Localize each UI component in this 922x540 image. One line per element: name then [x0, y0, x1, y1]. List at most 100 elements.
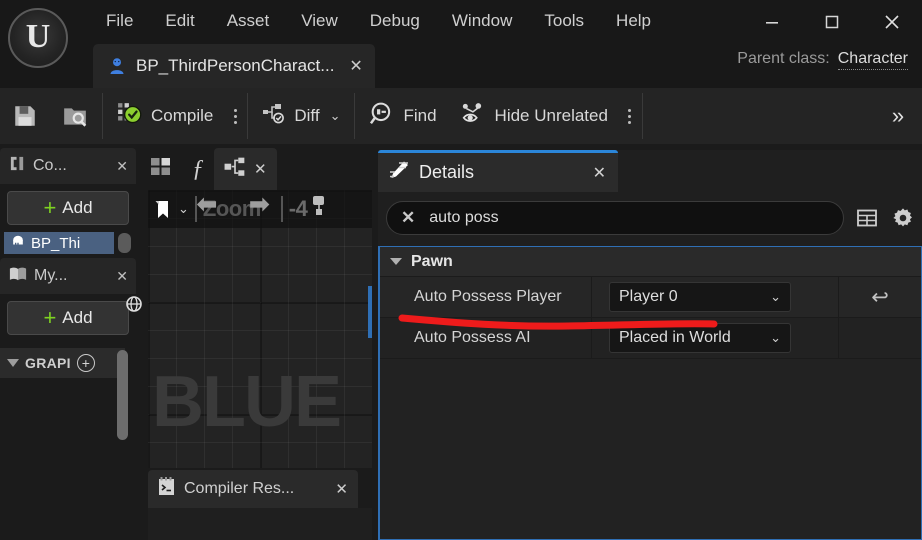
find-icon: [369, 101, 395, 132]
view-options-button[interactable]: [854, 203, 880, 233]
tab-event-graph[interactable]: ✕: [214, 148, 277, 190]
unreal-engine-logo-icon[interactable]: U: [8, 8, 68, 68]
parent-class-value[interactable]: Character: [837, 50, 908, 70]
left-panel-scrollbar[interactable]: [117, 350, 128, 440]
viewport-icon: [150, 157, 172, 182]
diff-label: Diff: [294, 106, 320, 125]
details-search-input[interactable]: ✕ auto poss: [386, 201, 844, 235]
property-row-auto-possess-player[interactable]: Auto Possess Player Player 0 ⌄ ↩: [380, 277, 921, 318]
tab-event-graph-close-icon[interactable]: ✕: [254, 160, 267, 178]
details-panel-tab[interactable]: Details ✕: [378, 150, 618, 192]
menu-bar: File Edit Asset View Debug Window Tools …: [90, 0, 667, 42]
section-header-pawn[interactable]: Pawn: [380, 247, 921, 277]
graph-vertical-scrollbar[interactable]: [368, 286, 372, 338]
my-blueprint-panel-title: My...: [34, 267, 68, 284]
details-settings-button[interactable]: [890, 203, 916, 233]
component-item-label: BP_Thi: [31, 234, 81, 252]
auto-possess-player-dropdown[interactable]: Player 0 ⌄: [609, 282, 791, 312]
auto-possess-ai-dropdown[interactable]: Placed in World ⌄: [609, 323, 791, 353]
panel-resize-grip[interactable]: [118, 233, 131, 253]
my-blueprint-add-button[interactable]: + Add: [7, 301, 129, 335]
my-blueprint-panel-tab[interactable]: My... ✕: [0, 258, 136, 294]
browse-content-button[interactable]: [50, 93, 100, 139]
compile-options-button[interactable]: [225, 93, 245, 139]
toolbar-overflow-button[interactable]: »: [876, 88, 916, 144]
compiler-results-close-icon[interactable]: ✕: [335, 480, 348, 498]
tab-viewport[interactable]: [140, 148, 182, 190]
graph-tab-strip: ƒ ✕: [140, 148, 374, 190]
details-panel-close-icon[interactable]: ✕: [593, 163, 606, 183]
hide-unrelated-button[interactable]: Hide Unrelated: [449, 93, 620, 139]
auto-possess-ai-value: Placed in World: [619, 329, 731, 346]
menu-item-asset[interactable]: Asset: [211, 7, 286, 35]
unreal-blueprint-editor: U File Edit Asset View Debug Window Tool…: [0, 0, 922, 540]
minimize-button[interactable]: [742, 0, 802, 44]
document-tab-close-icon[interactable]: ✕: [349, 56, 362, 76]
menu-item-edit[interactable]: Edit: [149, 7, 210, 35]
maximize-button[interactable]: [802, 0, 862, 44]
reset-arrow-icon[interactable]: ↩: [871, 287, 889, 308]
menu-item-help[interactable]: Help: [600, 7, 667, 35]
minimize-icon: [766, 22, 778, 24]
my-blueprint-add-label: Add: [62, 308, 93, 327]
compiler-results-tab[interactable]: Compiler Res... ✕: [148, 470, 358, 508]
components-panel-tab[interactable]: Co... ✕: [0, 148, 136, 184]
hide-unrelated-icon: [461, 101, 487, 132]
property-row-auto-possess-ai[interactable]: Auto Possess AI Placed in World ⌄: [380, 318, 921, 359]
clear-search-icon[interactable]: ✕: [401, 208, 415, 228]
details-icon: [388, 160, 410, 185]
hide-unrelated-options-button[interactable]: [620, 93, 640, 139]
menu-item-view[interactable]: View: [285, 7, 354, 35]
property-value-cell-auto-possess-ai: Placed in World ⌄: [592, 318, 839, 358]
component-list-item-selected[interactable]: BP_Thi: [4, 232, 114, 254]
window-controls: [742, 0, 922, 44]
save-button[interactable]: [0, 93, 50, 139]
plus-icon-2: +: [43, 305, 57, 330]
pawn-icon: [107, 56, 127, 76]
diff-button[interactable]: Diff ⌄: [250, 93, 352, 139]
reset-to-default-cell-2: [839, 318, 921, 358]
menu-item-debug[interactable]: Debug: [354, 7, 436, 35]
toolbar-divider-3: [354, 93, 356, 139]
chevron-down-icon[interactable]: ⌄: [330, 108, 341, 124]
compiler-results-title: Compiler Res...: [184, 480, 295, 497]
auto-possess-player-value: Player 0: [619, 288, 678, 305]
diff-icon: [262, 102, 286, 131]
document-tab-bp-thirdpersoncharacter[interactable]: BP_ThirdPersonCharact... ✕: [93, 44, 375, 88]
my-blueprint-panel-close-icon[interactable]: ✕: [110, 268, 128, 285]
save-icon: [15, 106, 35, 126]
menu-item-tools[interactable]: Tools: [528, 7, 600, 35]
tab-construction-script[interactable]: ƒ: [182, 148, 214, 190]
document-tab-title: BP_ThirdPersonCharact...: [136, 56, 335, 75]
blueprint-graph-canvas[interactable]: ⌄ ⬅ Zoom ➡ -4 BLUE: [148, 190, 372, 468]
menu-item-window[interactable]: Window: [436, 7, 528, 35]
graphs-section-label: GRAPI: [25, 355, 71, 371]
find-label: Find: [403, 106, 437, 125]
parent-class-label: Parent class:: [737, 50, 830, 67]
close-icon: [885, 15, 899, 29]
details-search-row: ✕ auto poss: [378, 192, 922, 244]
bookmark-chevron-down-icon[interactable]: ⌄: [178, 201, 189, 217]
compiler-results-body: [148, 508, 372, 540]
find-button[interactable]: Find: [357, 93, 448, 139]
toolbar-divider: [102, 93, 103, 139]
graphs-section-header[interactable]: GRAPI +: [0, 348, 125, 378]
maximize-icon: [825, 15, 839, 29]
details-search-value: auto poss: [429, 209, 499, 226]
my-blueprint-panel: My... ✕ + Add: [0, 258, 136, 344]
property-value-cell-auto-possess-player: Player 0 ⌄: [592, 277, 839, 317]
section-header-label: Pawn: [411, 252, 453, 270]
bookmark-icon[interactable]: [154, 200, 170, 218]
compiler-results-panel: Compiler Res... ✕: [148, 470, 372, 540]
add-graph-icon[interactable]: +: [76, 354, 95, 372]
reset-to-default-cell[interactable]: ↩: [839, 277, 921, 317]
components-add-button[interactable]: + Add: [7, 191, 129, 225]
compile-label: Compile: [151, 106, 214, 125]
blueprint-book-icon: [9, 266, 27, 287]
menu-item-file[interactable]: File: [90, 7, 149, 35]
graph-node-icon: [309, 195, 329, 224]
close-button[interactable]: [862, 0, 922, 44]
components-panel-close-icon[interactable]: ✕: [110, 158, 128, 175]
event-graph-icon-tab: [224, 157, 246, 182]
compile-button[interactable]: Compile: [105, 93, 225, 139]
